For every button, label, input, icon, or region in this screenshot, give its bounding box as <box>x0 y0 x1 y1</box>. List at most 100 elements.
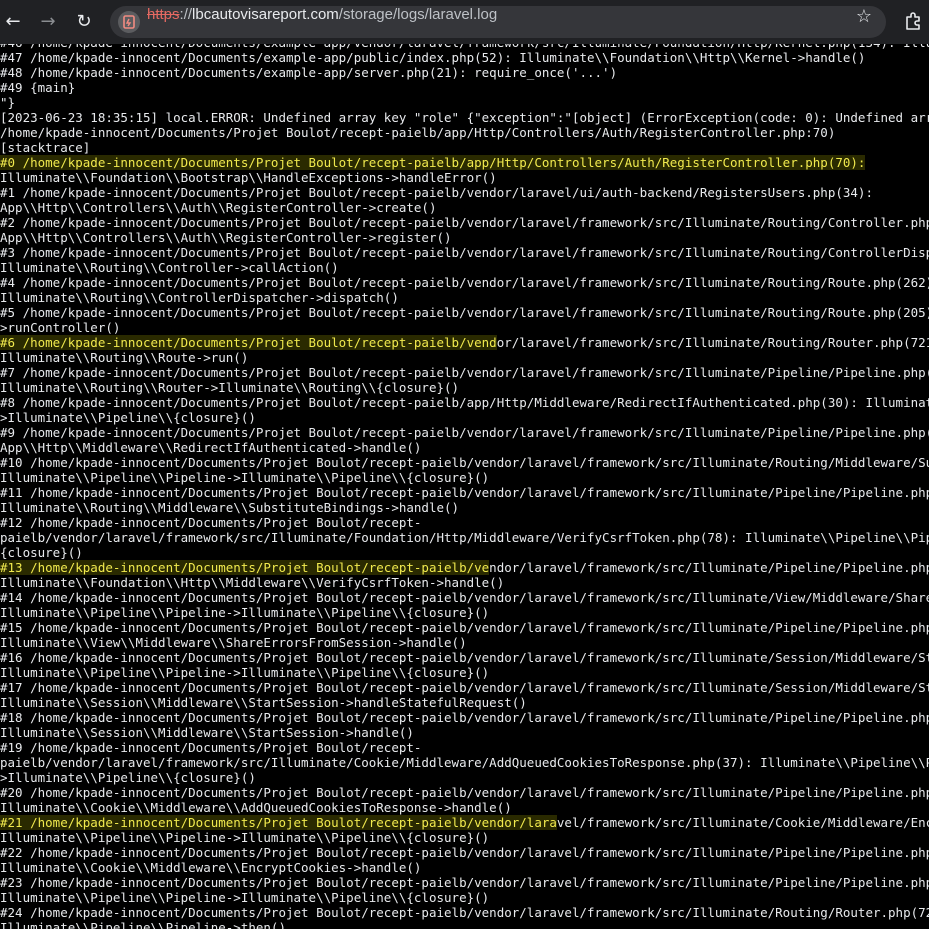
log-text: #7 /home/kpade-innocent/Documents/Projet… <box>0 365 929 380</box>
highlighted-text: #0 /home/kpade-innocent/Documents/Projet… <box>0 155 866 170</box>
log-line: #19 /home/kpade-innocent/Documents/Proje… <box>0 740 929 755</box>
log-line: paielb/vendor/laravel/framework/src/Illu… <box>0 530 929 545</box>
log-line: >Illuminate\\Pipeline\\{closure}() <box>0 410 929 425</box>
log-text: Illuminate\\Foundation\\Bootstrap\\Handl… <box>0 170 497 185</box>
log-text: Illuminate\\Routing\\Controller->callAct… <box>0 260 339 275</box>
log-line: #15 /home/kpade-innocent/Documents/Proje… <box>0 620 929 635</box>
log-text: Illuminate\\Routing\\Route->run() <box>0 350 249 365</box>
log-line: #14 /home/kpade-innocent/Documents/Proje… <box>0 590 929 605</box>
log-line: App\\Http\\Controllers\\Auth\\RegisterCo… <box>0 230 929 245</box>
log-line: Illuminate\\Session\\Middleware\\StartSe… <box>0 725 929 740</box>
url-text[interactable]: https://lbcautovisareport.com/storage/lo… <box>147 6 497 38</box>
log-text: Illuminate\\Cookie\\Middleware\\AddQueue… <box>0 800 512 815</box>
log-line: Illuminate\\Routing\\Controller->callAct… <box>0 260 929 275</box>
log-line: #11 /home/kpade-innocent/Documents/Proje… <box>0 485 929 500</box>
log-line: paielb/vendor/laravel/framework/src/Illu… <box>0 755 929 770</box>
log-text: paielb/vendor/laravel/framework/src/Illu… <box>0 755 929 770</box>
log-line: #13 /home/kpade-innocent/Documents/Proje… <box>0 560 929 575</box>
log-line: Illuminate\\Routing\\Middleware\\Substit… <box>0 500 929 515</box>
browser-toolbar: ← → ↻ https://lbcautovisareport.com/stor… <box>0 0 929 44</box>
log-text: Illuminate\\Routing\\Middleware\\Substit… <box>0 500 460 515</box>
log-text: #47 /home/kpade-innocent/Documents/examp… <box>0 50 866 65</box>
log-text: #19 /home/kpade-innocent/Documents/Proje… <box>0 740 422 755</box>
log-text: {closure}() <box>0 545 83 560</box>
log-text: Illuminate\\View\\Middleware\\ShareError… <box>0 635 467 650</box>
log-text: Illuminate\\Pipeline\\Pipeline->Illumina… <box>0 890 490 905</box>
log-line: #1 /home/kpade-innocent/Documents/Projet… <box>0 185 929 200</box>
log-line: #5 /home/kpade-innocent/Documents/Projet… <box>0 305 929 320</box>
log-text: #17 /home/kpade-innocent/Documents/Proje… <box>0 680 929 695</box>
highlighted-text: #6 /home/kpade-innocent/Documents/Projet… <box>0 335 497 350</box>
forward-arrow-icon[interactable]: → <box>36 10 60 34</box>
log-line: App\\Http\\Middleware\\RedirectIfAuthent… <box>0 440 929 455</box>
log-text: #4 /home/kpade-innocent/Documents/Projet… <box>0 275 929 290</box>
log-line: #3 /home/kpade-innocent/Documents/Projet… <box>0 245 929 260</box>
log-line: #47 /home/kpade-innocent/Documents/examp… <box>0 50 929 65</box>
log-text: #48 /home/kpade-innocent/Documents/examp… <box>0 65 618 80</box>
log-line: #0 /home/kpade-innocent/Documents/Projet… <box>0 155 929 170</box>
address-bar[interactable]: https://lbcautovisareport.com/storage/lo… <box>110 6 886 38</box>
log-line: #21 /home/kpade-innocent/Documents/Proje… <box>0 815 929 830</box>
log-text: paielb/vendor/laravel/framework/src/Illu… <box>0 530 929 545</box>
log-line: #6 /home/kpade-innocent/Documents/Projet… <box>0 335 929 350</box>
log-line: #23 /home/kpade-innocent/Documents/Proje… <box>0 875 929 890</box>
log-line: App\\Http\\Controllers\\Auth\\RegisterCo… <box>0 200 929 215</box>
url-scheme: https <box>147 6 180 23</box>
log-text: #1 /home/kpade-innocent/Documents/Projet… <box>0 185 873 200</box>
log-line: Illuminate\\Pipeline\\Pipeline->Illumina… <box>0 890 929 905</box>
log-text: [2023-06-23 18:35:15] local.ERROR: Undef… <box>0 110 929 125</box>
log-text: Illuminate\\Pipeline\\Pipeline->Illumina… <box>0 470 490 485</box>
log-line: Illuminate\\Routing\\Router->Illuminate\… <box>0 380 929 395</box>
log-text: Illuminate\\Pipeline\\Pipeline->Illumina… <box>0 830 490 845</box>
log-line: Illuminate\\Session\\Middleware\\StartSe… <box>0 695 929 710</box>
log-line: #2 /home/kpade-innocent/Documents/Projet… <box>0 215 929 230</box>
log-text: Illuminate\\Routing\\ControllerDispatche… <box>0 290 399 305</box>
log-line: /home/kpade-innocent/Documents/Projet Bo… <box>0 125 929 140</box>
log-line: Illuminate\\Pipeline\\Pipeline->Illumina… <box>0 605 929 620</box>
log-text: Illuminate\\Pipeline\\Pipeline->Illumina… <box>0 605 490 620</box>
reload-icon[interactable]: ↻ <box>72 10 96 34</box>
log-line: Illuminate\\Routing\\Route->run() <box>0 350 929 365</box>
log-line: #17 /home/kpade-innocent/Documents/Proje… <box>0 680 929 695</box>
log-text: vel/framework/src/Illuminate/Cookie/Midd… <box>556 815 929 830</box>
log-line: Illuminate\\Routing\\ControllerDispatche… <box>0 290 929 305</box>
log-line: >runController() <box>0 320 929 335</box>
log-text: #49 {main} <box>0 80 76 95</box>
log-text: #3 /home/kpade-innocent/Documents/Projet… <box>0 245 929 260</box>
highlighted-text: #13 /home/kpade-innocent/Documents/Proje… <box>0 560 490 575</box>
log-line: #48 /home/kpade-innocent/Documents/examp… <box>0 65 929 80</box>
log-line: >Illuminate\\Pipeline\\{closure}() <box>0 770 929 785</box>
star-icon[interactable]: ☆ <box>856 6 872 38</box>
log-text: Illuminate\\Routing\\Router->Illuminate\… <box>0 380 460 395</box>
log-line: #18 /home/kpade-innocent/Documents/Proje… <box>0 710 929 725</box>
log-text: #12 /home/kpade-innocent/Documents/Proje… <box>0 515 422 530</box>
log-text: #18 /home/kpade-innocent/Documents/Proje… <box>0 710 929 725</box>
log-text: Illuminate\\Cookie\\Middleware\\EncryptC… <box>0 860 422 875</box>
log-text: #24 /home/kpade-innocent/Documents/Proje… <box>0 905 929 920</box>
log-content: #46 /home/kpade-innocent/Documents/examp… <box>0 44 929 929</box>
log-text: #9 /home/kpade-innocent/Documents/Projet… <box>0 425 929 440</box>
not-secure-icon[interactable] <box>118 11 140 33</box>
log-line: #4 /home/kpade-innocent/Documents/Projet… <box>0 275 929 290</box>
log-line: "} <box>0 95 929 110</box>
log-text: ndor/laravel/framework/src/Illuminate/Pi… <box>489 560 929 575</box>
log-text: Illuminate\\Pipeline\\Pipeline->then() <box>0 920 286 929</box>
log-line: [2023-06-23 18:35:15] local.ERROR: Undef… <box>0 110 929 125</box>
log-text: #14 /home/kpade-innocent/Documents/Proje… <box>0 590 929 605</box>
log-text: or/laravel/framework/src/Illuminate/Rout… <box>496 335 929 350</box>
log-line: #22 /home/kpade-innocent/Documents/Proje… <box>0 845 929 860</box>
log-text: App\\Http\\Controllers\\Auth\\RegisterCo… <box>0 200 437 215</box>
puzzle-icon[interactable] <box>902 10 924 34</box>
log-line: Illuminate\\Foundation\\Bootstrap\\Handl… <box>0 170 929 185</box>
back-arrow-icon[interactable]: ← <box>1 10 25 34</box>
log-text: Illuminate\\Session\\Middleware\\StartSe… <box>0 725 414 740</box>
log-line: Illuminate\\Pipeline\\Pipeline->Illumina… <box>0 470 929 485</box>
log-line: Illuminate\\Pipeline\\Pipeline->then() <box>0 920 929 929</box>
log-text: #2 /home/kpade-innocent/Documents/Projet… <box>0 215 929 230</box>
log-text: /home/kpade-innocent/Documents/Projet Bo… <box>0 125 836 140</box>
log-text: Illuminate\\Session\\Middleware\\StartSe… <box>0 695 527 710</box>
log-text: "} <box>0 95 16 110</box>
log-line: #12 /home/kpade-innocent/Documents/Proje… <box>0 515 929 530</box>
highlighted-text: #21 /home/kpade-innocent/Documents/Proje… <box>0 815 557 830</box>
log-text: App\\Http\\Controllers\\Auth\\RegisterCo… <box>0 230 452 245</box>
